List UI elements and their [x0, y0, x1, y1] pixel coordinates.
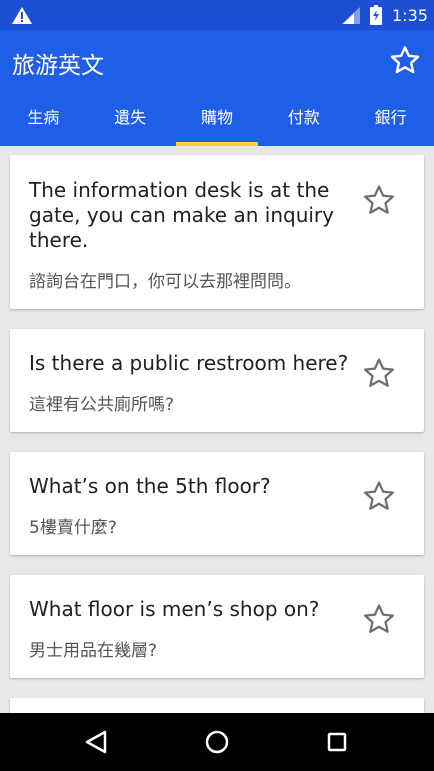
- back-icon[interactable]: [85, 730, 107, 754]
- phrase-english: What floor is men’s shop on?: [29, 597, 320, 621]
- phrase-chinese: 男士用品在幾層?: [29, 641, 158, 661]
- signal-icon: [342, 7, 360, 24]
- phrase-card[interactable]: What floor is men’s shop on? 男士用品在幾層?: [10, 575, 424, 678]
- phrase-english: Is there a public restroom here?: [29, 351, 349, 375]
- phrase-chinese: 5樓賣什麼?: [29, 518, 117, 538]
- app-bar: 旅游英文 生病 遺失 購物 付款 銀行: [0, 30, 434, 146]
- battery-icon: [370, 5, 382, 25]
- star-outline-icon[interactable]: [362, 356, 396, 390]
- tab-lost[interactable]: 遺失: [87, 98, 174, 146]
- home-icon[interactable]: [205, 730, 229, 754]
- tab-illness[interactable]: 生病: [0, 98, 87, 146]
- phrase-english: What’s on the 5th floor?: [29, 474, 271, 498]
- tab-shopping[interactable]: 購物: [174, 98, 261, 146]
- warning-icon: [12, 7, 32, 24]
- phrase-card[interactable]: Is there a public restroom here? 這裡有公共廁所…: [10, 329, 424, 432]
- phrase-chinese: 諮詢台在門口，你可以去那裡問問。: [29, 272, 301, 292]
- phrase-card[interactable]: The information desk is at the gate, you…: [10, 155, 424, 309]
- star-outline-icon[interactable]: [362, 479, 396, 513]
- favorites-star-icon[interactable]: [389, 44, 421, 76]
- status-time: 1:35: [392, 6, 428, 25]
- tab-bar: 生病 遺失 購物 付款 銀行: [0, 98, 434, 146]
- navigation-bar: [0, 713, 434, 771]
- phrase-card[interactable]: [10, 698, 424, 713]
- app-title: 旅游英文: [12, 53, 104, 79]
- tab-payment[interactable]: 付款: [260, 98, 347, 146]
- star-outline-icon[interactable]: [362, 602, 396, 636]
- status-bar: 1:35: [0, 0, 434, 30]
- tab-bank[interactable]: 銀行: [347, 98, 434, 146]
- phrase-card[interactable]: What’s on the 5th floor? 5樓賣什麼?: [10, 452, 424, 555]
- star-outline-icon[interactable]: [362, 183, 396, 217]
- recents-icon[interactable]: [327, 732, 347, 752]
- phrase-chinese: 這裡有公共廁所嗎?: [29, 395, 175, 415]
- phrase-english: The information desk is at the gate, you…: [29, 178, 334, 252]
- phrase-list: The information desk is at the gate, you…: [0, 146, 434, 713]
